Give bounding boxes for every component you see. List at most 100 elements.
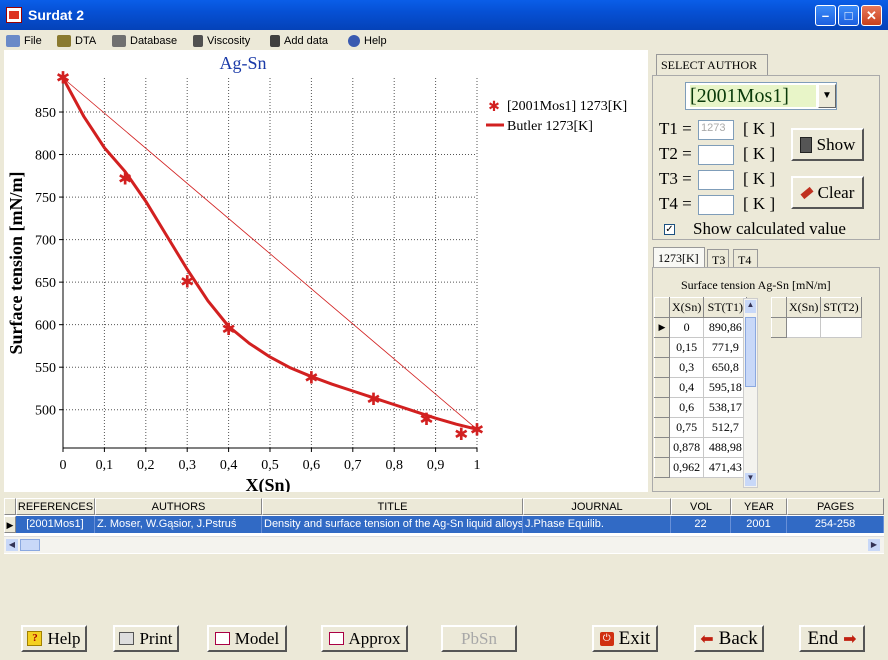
- data-point: ✱: [118, 169, 132, 189]
- menu-help[interactable]: Help: [348, 33, 387, 48]
- cell-st-t1[interactable]: 488,98: [703, 437, 748, 458]
- tab-1273k[interactable]: 1273[K]: [653, 247, 705, 268]
- results-row[interactable]: 0,962 471,43: [654, 457, 748, 478]
- ref-cell-authors[interactable]: Z. Moser, W.Gąsior, J.Pstruś: [95, 516, 262, 533]
- cell-st-t1[interactable]: 471,43: [703, 457, 748, 478]
- row-indicator[interactable]: [654, 397, 670, 418]
- cell-st-t1[interactable]: 512,7: [703, 417, 748, 438]
- power-icon: ⏻: [599, 631, 614, 646]
- references-hscroll[interactable]: ◀ ▶: [4, 536, 884, 553]
- cell-x-sn[interactable]: 0,75: [668, 417, 705, 438]
- ref-cell-reference[interactable]: [2001Mos1]: [16, 516, 95, 533]
- cell-st-t1[interactable]: 771,9: [703, 337, 748, 358]
- ideal-line: [62, 77, 478, 430]
- cell-x-sn[interactable]: 0: [668, 317, 705, 338]
- scroll-thumb[interactable]: [745, 317, 756, 387]
- results-row[interactable]: 0,4 595,18: [654, 377, 748, 398]
- chevron-down-icon[interactable]: ▼: [818, 84, 836, 108]
- grid-corner: [654, 297, 670, 318]
- results-row[interactable]: 0,3 650,8: [654, 357, 748, 378]
- results-scrollbar[interactable]: ▲ ▼: [743, 298, 758, 488]
- scroll-right-icon[interactable]: ▶: [868, 539, 880, 551]
- x-tick-label: 0,8: [385, 458, 403, 473]
- cell-st-t1[interactable]: 538,17: [703, 397, 748, 418]
- back-button[interactable]: ⬅ Back: [694, 625, 764, 652]
- cell-st-t1[interactable]: 890,86: [703, 317, 748, 338]
- hscroll-thumb[interactable]: [20, 539, 40, 551]
- menu-database[interactable]: Database: [112, 33, 177, 48]
- scroll-up-icon[interactable]: ▲: [745, 300, 756, 313]
- results-row[interactable]: 0,6 538,17: [654, 397, 748, 418]
- row-indicator[interactable]: [654, 437, 670, 458]
- menu-viscosity[interactable]: Viscosity: [193, 33, 250, 48]
- t1-unit: [ K ]: [743, 119, 776, 138]
- model-button[interactable]: Model: [207, 625, 287, 652]
- clear-button[interactable]: Clear: [791, 176, 864, 209]
- minimize-button[interactable]: –: [815, 5, 836, 26]
- tab-t3[interactable]: T3: [707, 249, 729, 268]
- cell-st-t1[interactable]: 650,8: [703, 357, 748, 378]
- cell-x-sn[interactable]: 0,15: [668, 337, 705, 358]
- chart-icon: [214, 632, 230, 645]
- cell-x-sn-t2[interactable]: [785, 317, 822, 338]
- row-indicator[interactable]: [654, 377, 670, 398]
- t4-input[interactable]: [698, 195, 734, 215]
- legend-label-data: [2001Mos1] 1273[K]: [507, 99, 627, 114]
- results-row[interactable]: ▶ 0 890,86: [654, 317, 748, 338]
- t2-input[interactable]: [698, 145, 734, 165]
- results-grid: X(Sn) ST(T1) ▶ 0 890,86 0,15 771,9 0,3 650,8 0,…: [654, 297, 748, 478]
- t1-input[interactable]: 1273: [698, 120, 734, 140]
- arrow-left-icon: ⬅: [700, 630, 714, 648]
- app-icon: [6, 7, 22, 23]
- row-indicator[interactable]: [654, 457, 670, 478]
- col-st-t1: ST(T1): [703, 297, 748, 318]
- approx-button[interactable]: Approx: [321, 625, 408, 652]
- ref-cell-pages[interactable]: 254-258: [787, 516, 884, 533]
- row-indicator[interactable]: [654, 417, 670, 438]
- scroll-left-icon[interactable]: ◀: [6, 539, 18, 551]
- help-button[interactable]: ? Help: [21, 625, 87, 652]
- close-button[interactable]: ✕: [861, 5, 882, 26]
- file-icon: [6, 34, 20, 47]
- tab-t4[interactable]: T4: [733, 249, 758, 268]
- maximize-button[interactable]: □: [838, 5, 859, 26]
- chart-title: Ag-Sn: [219, 53, 266, 73]
- tab-select-author[interactable]: SELECT AUTHOR: [656, 54, 768, 76]
- menu-dta[interactable]: DTA: [57, 33, 96, 48]
- row-indicator[interactable]: [771, 317, 787, 338]
- t3-input[interactable]: [698, 170, 734, 190]
- ref-cell-year[interactable]: 2001: [731, 516, 787, 533]
- cell-x-sn[interactable]: 0,4: [668, 377, 705, 398]
- current-row-pointer-icon[interactable]: ▶: [654, 317, 670, 338]
- exit-button[interactable]: ⏻ Exit: [592, 625, 658, 652]
- row-indicator[interactable]: [654, 357, 670, 378]
- results-row[interactable]: 0,75 512,7: [654, 417, 748, 438]
- results-row[interactable]: 0,15 771,9: [654, 337, 748, 358]
- results-row[interactable]: 0,878 488,98: [654, 437, 748, 458]
- cell-st-t1[interactable]: 595,18: [703, 377, 748, 398]
- ref-cell-journal[interactable]: J.Phase Equilib.: [523, 516, 671, 533]
- help-icon: [348, 34, 360, 47]
- scroll-down-icon[interactable]: ▼: [745, 473, 756, 486]
- end-button[interactable]: End ➡: [799, 625, 865, 652]
- cell-x-sn[interactable]: 0,6: [668, 397, 705, 418]
- menu-add-data[interactable]: Add data: [270, 33, 328, 48]
- data-point: ✱: [304, 368, 318, 388]
- database-icon: [112, 34, 126, 47]
- calculator-icon: [799, 136, 812, 153]
- row-indicator[interactable]: [654, 337, 670, 358]
- menu-file[interactable]: File: [6, 33, 42, 48]
- ref-cell-vol[interactable]: 22: [671, 516, 731, 533]
- right-panel: SELECT AUTHOR [2001Mos1] ▼ T1 = 1273 [ K…: [650, 52, 884, 492]
- cell-x-sn[interactable]: 0,3: [668, 357, 705, 378]
- ref-cell-title[interactable]: Density and surface tension of the Ag-Sn…: [262, 516, 523, 533]
- viscosity-icon: [193, 34, 203, 47]
- show-calculated-checkbox[interactable]: ✓: [664, 224, 675, 235]
- author-dropdown[interactable]: [2001Mos1] ▼: [685, 82, 837, 110]
- cell-st-t2[interactable]: [820, 317, 862, 338]
- print-button[interactable]: Print: [113, 625, 179, 652]
- cell-x-sn[interactable]: 0,878: [668, 437, 705, 458]
- cell-x-sn[interactable]: 0,962: [668, 457, 705, 478]
- show-button[interactable]: Show: [791, 128, 864, 161]
- pbsn-button: PbSn: [441, 625, 517, 652]
